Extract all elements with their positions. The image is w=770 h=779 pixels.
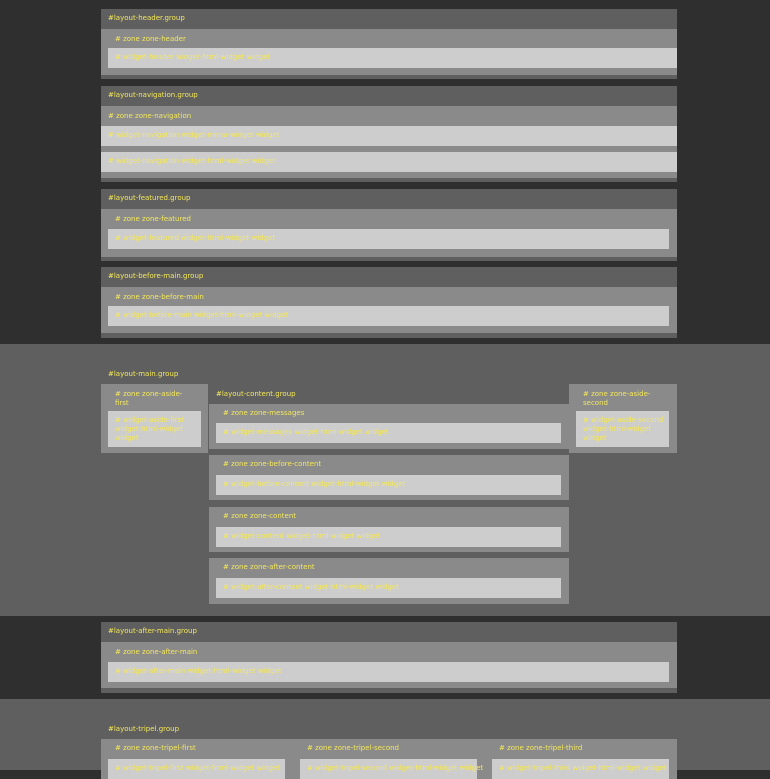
widget-label: # widget-tripel-second widget-html-widge… [307,764,484,772]
zone-label: # zone zone-featured [115,215,191,223]
zone-label: # zone zone-after-main [115,648,198,656]
widget-after-content: # widget-after-content widget-html-widge… [216,578,561,598]
tripel-band: #layout-tripel.group # zone zone-tripel-… [0,699,770,779]
zone-aside-first: # zone zone-aside-first # widget-aside-f… [101,384,208,453]
group-label: #layout-after-main.group [108,627,197,635]
zone-tripel-second: # zone zone-tripel-second # widget-tripe… [293,739,485,779]
widget-label: # widget-after-main widget-html-widget w… [115,667,282,675]
layout-header-group: #layout-header.group # zone zone-header … [101,9,677,79]
widget-label: # widget-before-main widget-html-widget … [115,311,289,319]
widget-before-main: # widget-before-main widget-html-widget … [108,306,669,326]
zone-after-content: # zone zone-after-content # widget-after… [209,558,569,604]
widget-label: # widget-messages widget-html-widget wid… [223,428,389,436]
zone-header: # zone zone-header # widget-header widge… [101,29,677,75]
zone-after-main: # zone zone-after-main # widget-after-ma… [101,642,677,688]
zone-before-content: # zone zone-before-content # widget-befo… [209,455,569,500]
widget-navigation-menu: # widget-navigation widget-menu-widget w… [101,126,677,146]
widget-before-content: # widget-before-content widget-html-widg… [216,475,561,495]
zone-label: # zone zone-before-main [115,293,204,301]
widget-after-main: # widget-after-main widget-html-widget w… [108,662,669,682]
zone-label: # zone zone-after-content [223,563,315,571]
widget-navigation-html: # widget-navigation widget-html-widget w… [101,152,677,172]
layout-after-main-group: #layout-after-main.group # zone zone-aft… [101,622,677,693]
widget-featured: # widget-featured widget-html-widget wid… [108,229,669,249]
widget-label: # widget-content widget-html-widget widg… [223,532,381,540]
zone-label: # zone zone-tripel-third [499,744,583,752]
zone-label: # zone zone-before-content [223,460,322,468]
widget-tripel-first: # widget-tripel-first widget-html-widget… [108,759,285,779]
zone-label: # zone zone-content [223,512,297,520]
layout-featured-group: #layout-featured.group # zone zone-featu… [101,189,677,261]
layout-content-group: #layout-content.group # zone zone-messag… [209,384,569,604]
widget-header: # widget-header widget-html-widget widge… [108,48,677,68]
widget-messages: # widget-messages widget-html-widget wid… [216,423,561,443]
group-label: #layout-main.group [108,370,179,378]
layout-before-main-group: #layout-before-main.group # zone zone-be… [101,267,677,338]
widget-label: # widget-before-content widget-html-widg… [223,480,406,488]
widget-tripel-second: # widget-tripel-second widget-html-widge… [300,759,483,779]
zone-tripel-first: # zone zone-tripel-first # widget-tripel… [101,739,293,779]
zone-label: # zone zone-aside-second [583,390,651,407]
widget-label: # widget-featured widget-html-widget wid… [115,234,276,242]
zone-label: # zone zone-tripel-second [307,744,399,752]
zone-label: # zone zone-tripel-first [115,744,196,752]
group-label: #layout-header.group [108,14,185,22]
widget-label: # widget-aside-first widget-html-widget … [115,416,185,442]
zone-tripel-third: # zone zone-tripel-third # widget-tripel… [485,739,677,779]
group-label: #layout-navigation.group [108,91,198,99]
widget-label: # widget-navigation widget-html-widget w… [108,157,276,165]
main-band: #layout-main.group # zone zone-aside-fir… [0,344,770,616]
group-label: #layout-tripel.group [108,725,180,733]
widget-label: # widget-aside-second widget-html-widget… [583,416,664,442]
widget-label: # widget-after-content widget-html-widge… [223,583,399,591]
zone-label: # zone zone-aside-first [115,390,183,407]
zone-before-main: # zone zone-before-main # widget-before-… [101,287,677,333]
zone-aside-second: # zone zone-aside-second # widget-aside-… [569,384,677,453]
zone-content: # zone zone-content # widget-content wid… [209,507,569,552]
zone-label: # zone zone-messages [223,409,305,417]
group-label: #layout-featured.group [108,194,191,202]
zone-label: # zone zone-header [115,35,186,43]
widget-content: # widget-content widget-html-widget widg… [216,527,561,547]
layout-navigation-group: #layout-navigation.group # zone zone-nav… [101,86,677,182]
widget-label: # widget-header widget-html-widget widge… [115,53,271,61]
widget-label: # widget-navigation widget-menu-widget w… [108,131,280,139]
widget-aside-second: # widget-aside-second widget-html-widget… [576,411,669,447]
widget-aside-first: # widget-aside-first widget-html-widget … [108,411,201,447]
zone-navigation: # zone zone-navigation # widget-navigati… [101,106,677,178]
zone-messages: # zone zone-messages # widget-messages w… [209,404,569,449]
zone-label: # zone zone-navigation [108,112,192,120]
widget-tripel-third: # widget-tripel-third widget-html-widget… [492,759,669,779]
zone-featured: # zone zone-featured # widget-featured w… [101,209,677,257]
widget-label: # widget-tripel-first widget-html-widget… [115,764,280,772]
group-label: #layout-before-main.group [108,272,204,280]
widget-label: # widget-tripel-third widget-html-widget… [499,764,667,772]
group-label: #layout-content.group [216,390,296,398]
